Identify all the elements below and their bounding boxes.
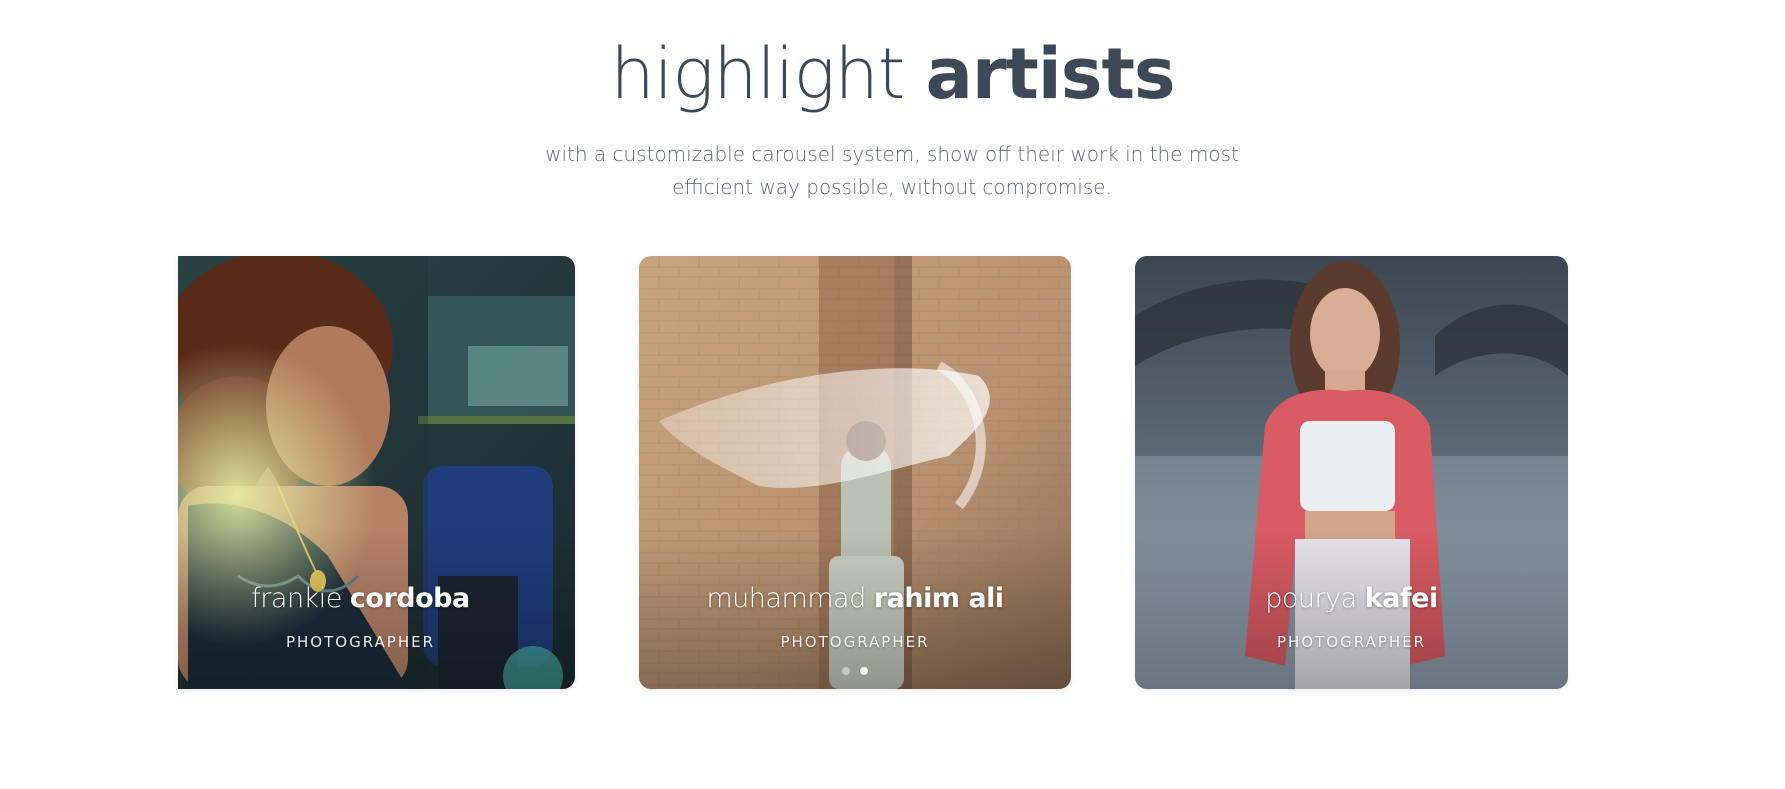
artist-card-2[interactable]: muhammad rahim ali PHOTOGRAPHER — [639, 256, 1071, 689]
subtitle-line-2: efficient way possible, without compromi… — [672, 175, 1112, 199]
artist-role-3: PHOTOGRAPHER — [1276, 633, 1427, 651]
artist-name-1: frankie cordoba — [178, 581, 543, 617]
artist-name-3: pourya kafei — [1135, 581, 1568, 617]
carousel-dots — [639, 667, 1071, 675]
artist-last-name: kafei — [1364, 583, 1439, 614]
artist-card-1[interactable]: frankie cordoba PHOTOGRAPHER — [178, 256, 575, 689]
artist-first-name: muhammad — [706, 583, 866, 614]
artist-name-2: muhammad rahim ali — [639, 581, 1071, 617]
artist-card-3[interactable]: pourya kafei PHOTOGRAPHER — [1135, 256, 1568, 689]
artist-first-name: frankie — [251, 583, 342, 614]
page-title: highlight artists — [0, 26, 1785, 122]
artist-last-name: rahim ali — [873, 583, 1004, 614]
carousel-dot-1[interactable] — [842, 667, 850, 675]
artist-first-name: pourya — [1265, 583, 1357, 614]
artist-role-1: PHOTOGRAPHER — [285, 633, 436, 651]
title-bold-word: artists — [925, 33, 1176, 115]
subtitle-line-1: with a customizable carousel system, sho… — [545, 142, 1239, 166]
section-subtitle: with a customizable carousel system, sho… — [492, 138, 1292, 204]
artist-last-name: cordoba — [349, 583, 470, 614]
carousel-dot-2[interactable] — [860, 667, 868, 675]
artist-role-2: PHOTOGRAPHER — [780, 633, 930, 651]
title-light-word: highlight — [610, 33, 905, 115]
